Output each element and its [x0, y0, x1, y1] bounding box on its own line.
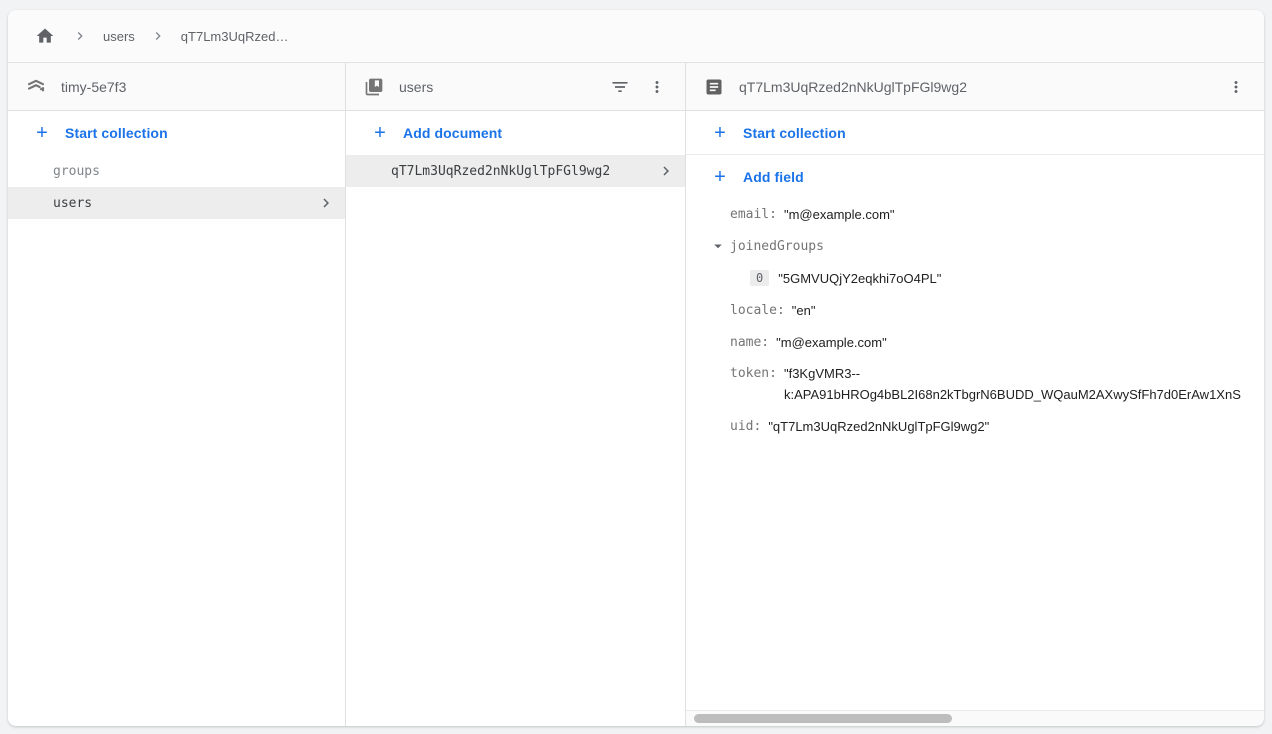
plus-icon: + [370, 123, 390, 143]
document-title: qT7Lm3UqRzed2nNkUglTpFGl9wg2 [739, 79, 967, 95]
array-index-chip: 0 [750, 270, 769, 286]
database-panel: timy-5e7f3 + Start collection groups use… [8, 63, 346, 726]
collection-panel: users + Add document qT7Lm3UqRzed2nNkUgl… [346, 63, 686, 726]
field-row-uid[interactable]: uid: "qT7Lm3UqRzed2nNkUglTpFGl9wg2" [686, 410, 1264, 442]
chevron-right-icon [72, 28, 88, 44]
database-panel-header: timy-5e7f3 [8, 63, 345, 111]
document-icon [702, 75, 726, 99]
breadcrumb-item-users[interactable]: users [103, 29, 135, 44]
scrollbar-thumb[interactable] [694, 714, 952, 723]
firestore-database-icon [24, 75, 48, 99]
document-item[interactable]: qT7Lm3UqRzed2nNkUglTpFGl9wg2 [346, 155, 685, 187]
horizontal-scrollbar[interactable] [686, 710, 1264, 726]
field-row-locale[interactable]: locale: "en" [686, 294, 1264, 326]
chevron-right-icon [317, 194, 335, 212]
breadcrumb-item-document[interactable]: qT7Lm3UqRzed… [181, 29, 289, 44]
document-panel: qT7Lm3UqRzed2nNkUglTpFGl9wg2 + Start col… [686, 63, 1264, 726]
field-row-joinedGroups[interactable]: joinedGroups [686, 230, 1264, 262]
chevron-right-icon [150, 28, 166, 44]
add-field-button[interactable]: + Add field [686, 155, 1264, 198]
collection-title: users [399, 79, 433, 95]
start-collection-button[interactable]: + Start collection [686, 111, 1264, 155]
home-icon[interactable] [33, 24, 57, 48]
field-list: email: "m@example.com" joinedGroups 0 "5… [686, 198, 1264, 442]
collection-icon [362, 75, 386, 99]
more-vert-icon[interactable] [645, 75, 669, 99]
plus-icon: + [710, 167, 730, 187]
more-vert-icon[interactable] [1224, 75, 1248, 99]
filter-list-icon[interactable] [608, 75, 632, 99]
field-row-email[interactable]: email: "m@example.com" [686, 198, 1264, 230]
add-document-button[interactable]: + Add document [346, 111, 685, 155]
document-panel-header: qT7Lm3UqRzed2nNkUglTpFGl9wg2 [686, 63, 1264, 111]
plus-icon: + [710, 123, 730, 143]
plus-icon: + [32, 123, 52, 143]
collection-panel-header: users [346, 63, 685, 111]
triangle-down-icon[interactable] [706, 234, 730, 258]
field-row-name[interactable]: name: "m@example.com" [686, 326, 1264, 358]
array-item-row[interactable]: 0 "5GMVUQjY2eqkhi7oO4PL" [686, 262, 1264, 294]
collection-item-users[interactable]: users [8, 187, 345, 219]
firestore-data-card: users qT7Lm3UqRzed… timy-5e7f3 + Star [8, 10, 1264, 726]
chevron-right-icon [657, 162, 675, 180]
database-title: timy-5e7f3 [61, 79, 126, 95]
collection-item-groups[interactable]: groups [8, 155, 345, 187]
start-collection-button[interactable]: + Start collection [8, 111, 345, 155]
breadcrumb: users qT7Lm3UqRzed… [8, 10, 1264, 63]
token-value: "f3KgVMR3-- k:APA91bHROg4bBL2I68n2kTbgrN… [784, 363, 1241, 405]
field-row-token[interactable]: token: "f3KgVMR3-- k:APA91bHROg4bBL2I68n… [686, 358, 1264, 410]
